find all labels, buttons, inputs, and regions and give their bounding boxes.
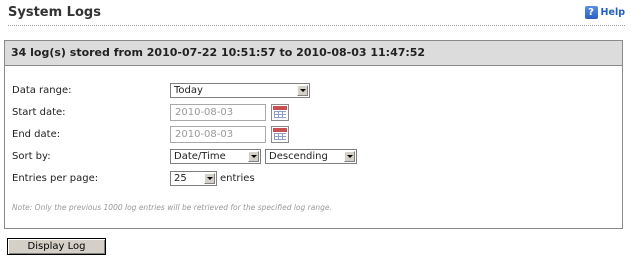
data-range-select[interactable]: Today [170,82,310,98]
data-range-row: Data range: Today [12,81,310,99]
sort-by-row: Sort by: Date/Time Descending [12,147,357,165]
help-label: Help [600,7,625,18]
end-date-row: End date: 2010-08-03 [12,125,289,143]
chevron-down-icon[interactable] [248,150,259,162]
calendar-icon[interactable] [271,103,289,121]
data-range-label: Data range: [12,84,72,96]
help-icon: ? [584,6,598,19]
calendar-icon[interactable] [271,125,289,143]
page-title: System Logs [8,5,101,20]
entries-suffix: entries [220,172,255,184]
data-range-value: Today [174,84,203,96]
sort-order-select[interactable]: Descending [265,148,357,164]
help-link[interactable]: ? Help [584,6,625,19]
start-date-label: Start date: [12,106,66,118]
log-settings-panel: 34 log(s) stored from 2010-07-22 10:51:5… [4,40,623,229]
end-date-field[interactable]: 2010-08-03 [170,125,266,143]
end-date-label: End date: [12,128,61,140]
chevron-down-icon[interactable] [344,150,355,162]
entries-value: 25 [174,172,187,184]
entries-label: Entries per page: [12,172,99,184]
sort-order-value: Descending [269,150,328,162]
chevron-down-icon[interactable] [297,84,308,96]
page-header: System Logs ? Help [8,4,625,26]
log-summary-header: 34 log(s) stored from 2010-07-22 10:51:5… [5,41,622,66]
sort-field-value: Date/Time [174,150,226,162]
sort-by-label: Sort by: [12,150,51,162]
log-range-note: Note: Only the previous 1000 log entries… [12,203,332,212]
start-date-row: Start date: 2010-08-03 [12,103,289,121]
entries-select[interactable]: 25 [170,170,217,186]
start-date-field[interactable]: 2010-08-03 [170,103,266,121]
entries-row: Entries per page: 25 entries [12,169,255,187]
display-log-button[interactable]: Display Log [7,238,106,255]
chevron-down-icon[interactable] [204,172,215,184]
sort-field-select[interactable]: Date/Time [170,148,261,164]
